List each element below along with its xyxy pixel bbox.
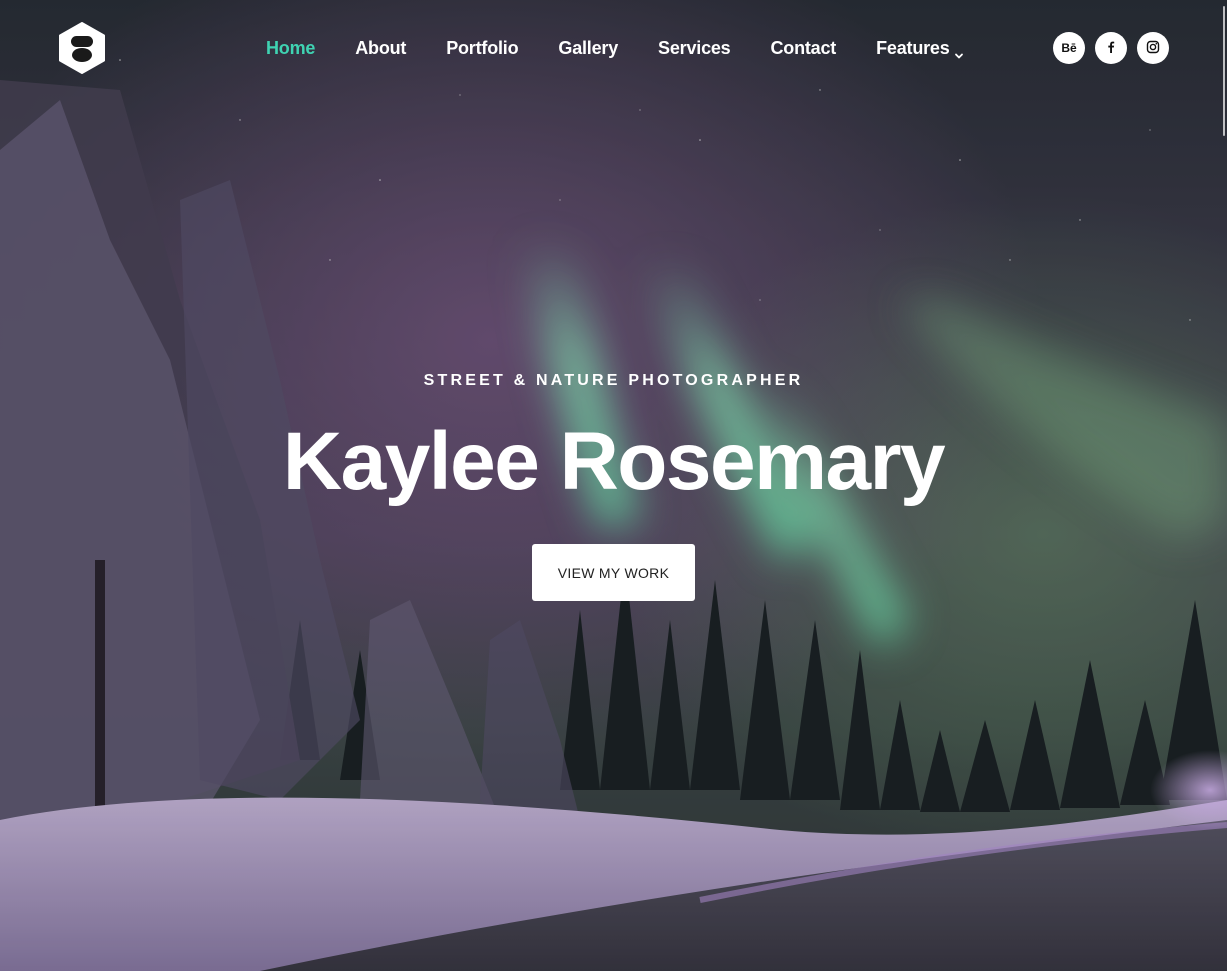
nav-item-contact[interactable]: Contact — [771, 36, 837, 60]
hero-section: Home About Portfolio Gallery Services Co… — [0, 0, 1227, 971]
hexagon-logo-icon[interactable] — [58, 22, 106, 74]
social-links: Bē — [1053, 32, 1169, 64]
behance-link[interactable]: Bē — [1053, 32, 1085, 64]
site-header: Home About Portfolio Gallery Services Co… — [0, 0, 1227, 96]
hero-title: Kaylee Rosemary — [282, 416, 946, 507]
nav-item-portfolio[interactable]: Portfolio — [446, 36, 518, 60]
chevron-down-icon — [954, 43, 964, 59]
nav-item-gallery[interactable]: Gallery — [558, 36, 618, 60]
scrollbar[interactable] — [1223, 6, 1225, 136]
nav-item-services[interactable]: Services — [658, 36, 731, 60]
view-my-work-button[interactable]: VIEW MY WORK — [532, 544, 695, 601]
main-nav: Home About Portfolio Gallery Services Co… — [266, 36, 1004, 60]
instagram-icon — [1146, 40, 1160, 57]
hero-subtitle: STREET & NATURE PHOTOGRAPHER — [423, 372, 804, 389]
facebook-icon — [1104, 40, 1118, 57]
nav-item-about[interactable]: About — [355, 36, 406, 60]
nav-item-home[interactable]: Home — [266, 36, 315, 60]
nav-item-features-label: Features — [876, 38, 950, 58]
nav-item-features[interactable]: Features — [876, 36, 963, 60]
instagram-link[interactable] — [1137, 32, 1169, 64]
behance-icon: Bē — [1061, 41, 1077, 55]
facebook-link[interactable] — [1095, 32, 1127, 64]
